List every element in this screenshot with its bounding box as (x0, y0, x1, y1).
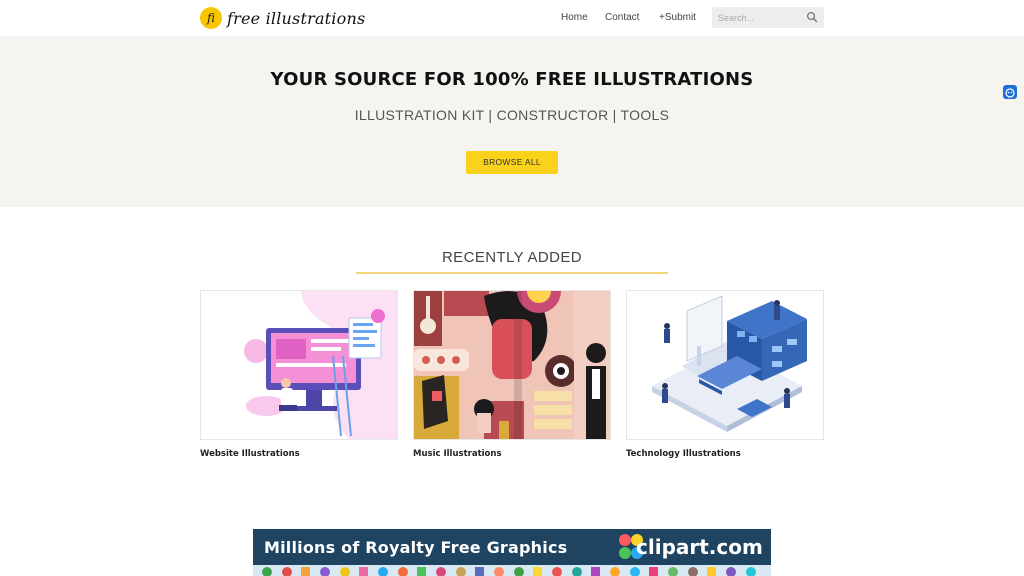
section-title-recently-added: RECENTLY ADDED (441, 249, 583, 266)
accessibility-widget-icon[interactable] (1003, 85, 1017, 99)
nav-contact-link[interactable]: Contact (605, 12, 639, 23)
search-input[interactable] (718, 11, 802, 24)
technology-illustration-image (627, 291, 823, 439)
banner-brand: clipart.com (636, 535, 763, 559)
logo-mark-icon: fi (200, 7, 222, 29)
site-logo[interactable]: fi free illustrations (200, 5, 365, 31)
card-music-illustrations[interactable] (413, 290, 611, 440)
site-header: fi free illustrations Home Contact +Subm… (0, 0, 1024, 36)
nav-home-link[interactable]: Home (561, 12, 588, 23)
card-label-technology[interactable]: Technology Illustrations (626, 449, 741, 459)
card-label-music[interactable]: Music Illustrations (413, 449, 502, 459)
card-label-website[interactable]: Website Illustrations (200, 449, 300, 459)
card-website-illustrations[interactable] (200, 290, 398, 440)
hero-title: YOUR SOURCE FOR 100% FREE ILLUSTRATIONS (270, 69, 754, 90)
banner-icons-strip (253, 565, 771, 576)
banner-text: Millions of Royalty Free Graphics (264, 538, 568, 557)
ad-banner[interactable]: Millions of Royalty Free Graphics clipar… (253, 529, 771, 576)
nav-submit-link[interactable]: +Submit (659, 12, 696, 23)
browse-all-button[interactable]: BROWSE ALL (466, 151, 558, 174)
hero-subtitle: ILLUSTRATION KIT | CONSTRUCTOR | TOOLS (354, 107, 670, 123)
logo-text: free illustrations (227, 8, 366, 28)
logo-mark: fi (206, 11, 215, 25)
card-technology-illustrations[interactable] (626, 290, 824, 440)
search-icon[interactable] (806, 11, 818, 23)
website-illustration-image (244, 291, 397, 439)
music-illustration-image (414, 291, 610, 439)
section-divider (356, 272, 668, 274)
